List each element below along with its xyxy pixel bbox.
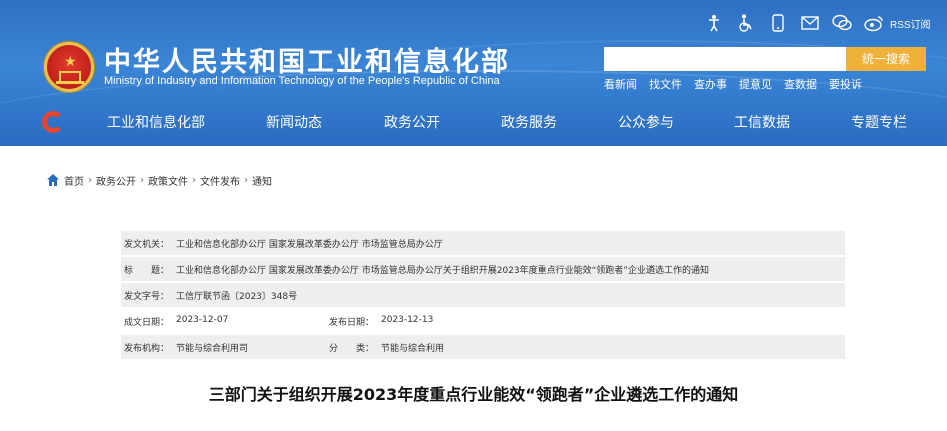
search-button[interactable]: 统一搜索	[846, 47, 926, 71]
mail-icon[interactable]	[800, 13, 820, 33]
nav-item-gov-affairs[interactable]: 政务公开	[384, 112, 440, 132]
info-row-issuer: 发文机关： 工业和信息化部办公厅 国家发展改革委办公厅 市场监管总局办公厅	[121, 231, 845, 255]
breadcrumb-home[interactable]: 首页	[64, 173, 84, 188]
written-date-value: 2023-12-07	[176, 315, 229, 325]
publish-date-label: 发布日期：	[329, 318, 375, 328]
site-title[interactable]: 中华人民共和国工业和信息化部	[104, 40, 510, 78]
site-header: ★ 中华人民共和国工业和信息化部 Ministry of Industry an…	[0, 0, 947, 146]
wechat-icon[interactable]	[832, 13, 852, 33]
info-row-title: 标 题： 工业和信息化部办公厅 国家发展改革委办公厅 市场监管总局办公厅关于组织…	[121, 257, 845, 281]
nav-item-news[interactable]: 新闻动态	[266, 112, 322, 132]
written-date-label: 成文日期：	[124, 318, 170, 328]
breadcrumb-separator: ›	[192, 174, 196, 186]
breadcrumb-notice[interactable]: 通知	[252, 173, 272, 188]
top-toolbar: RSS订阅	[704, 12, 931, 34]
quick-link-complaint[interactable]: 要投诉	[829, 76, 862, 92]
quick-link-news[interactable]: 看新闻	[604, 76, 637, 92]
quick-link-data[interactable]: 查数据	[784, 76, 817, 92]
info-row-dates: 成文日期： 2023-12-07 发布日期： 2023-12-13	[121, 309, 845, 333]
category-value: 节能与综合利用	[381, 344, 445, 354]
breadcrumb-separator: ›	[88, 174, 92, 186]
quick-link-feedback[interactable]: 提意见	[739, 76, 772, 92]
breadcrumb-gov-affairs[interactable]: 政务公开	[96, 173, 136, 188]
issuer-label: 发文机关：	[124, 240, 170, 250]
document-title: 三部门关于组织开展2023年度重点行业能效“领跑者”企业遴选工作的通知	[208, 385, 739, 404]
info-row-org: 发布机构： 节能与综合利用司 分 类： 节能与综合利用	[121, 335, 845, 359]
accessibility-icon[interactable]	[704, 13, 724, 33]
category-label: 分 类：	[329, 344, 375, 354]
search-input[interactable]	[604, 47, 846, 71]
quick-link-files[interactable]: 找文件	[649, 76, 682, 92]
issuer-value: 工业和信息化部办公厅 国家发展改革委办公厅 市场监管总局办公厅	[176, 240, 443, 250]
org-label: 发布机构：	[124, 344, 170, 354]
site-title-english: Ministry of Industry and Information Tec…	[104, 75, 500, 87]
weibo-icon[interactable]	[864, 13, 884, 33]
nav-item-public-participation[interactable]: 公众参与	[618, 112, 674, 132]
quick-links: 看新闻 找文件 查办事 提意见 查数据 要投诉	[604, 76, 874, 92]
info-row-doc-number: 发文字号： 工信厅联节函〔2023〕348号	[121, 283, 845, 307]
title-value: 工业和信息化部办公厅 国家发展改革委办公厅 市场监管总局办公厅关于组织开展202…	[176, 266, 709, 276]
breadcrumb-separator: ›	[140, 174, 144, 186]
nav-logo-icon[interactable]	[42, 111, 64, 133]
wheelchair-icon[interactable]	[736, 13, 756, 33]
quick-link-services[interactable]: 查办事	[694, 76, 727, 92]
breadcrumb-separator: ›	[244, 174, 248, 186]
doc-number-value: 工信厅联节函〔2023〕348号	[176, 292, 298, 302]
org-value: 节能与综合利用司	[176, 344, 249, 354]
home-icon[interactable]	[46, 173, 60, 187]
nav-item-ministry[interactable]: 工业和信息化部	[107, 112, 205, 132]
nav-item-gov-services[interactable]: 政务服务	[501, 112, 557, 132]
breadcrumb-policy-docs[interactable]: 政策文件	[148, 173, 188, 188]
breadcrumb-doc-release[interactable]: 文件发布	[200, 173, 240, 188]
national-emblem-icon[interactable]: ★	[44, 42, 94, 92]
main-nav: 工业和信息化部 新闻动态 政务公开 政务服务 公众参与 工信数据 专题专栏	[0, 100, 947, 146]
rss-link[interactable]: RSS订阅	[890, 16, 931, 31]
nav-item-data[interactable]: 工信数据	[734, 112, 790, 132]
nav-item-special-topics[interactable]: 专题专栏	[851, 112, 907, 132]
mobile-icon[interactable]	[768, 13, 788, 33]
breadcrumb: 首页 › 政务公开 › 政策文件 › 文件发布 › 通知	[46, 172, 272, 188]
title-label: 标 题：	[124, 266, 170, 276]
publish-date-value: 2023-12-13	[381, 315, 434, 325]
doc-number-label: 发文字号：	[124, 292, 170, 302]
document-info-table: 发文机关： 工业和信息化部办公厅 国家发展改革委办公厅 市场监管总局办公厅 标 …	[121, 231, 845, 361]
